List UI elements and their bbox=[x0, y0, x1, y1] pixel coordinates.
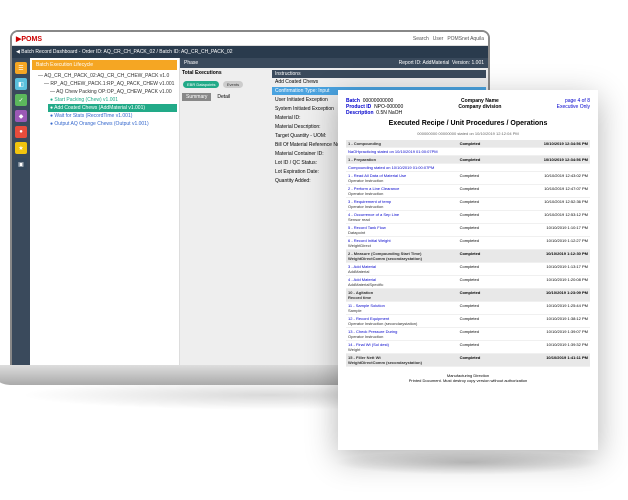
tree-item[interactable]: ● Start Packing (Chew) v1.001 bbox=[48, 96, 177, 104]
operation-row: 13 - Check Pressure DuringOperator Instr… bbox=[346, 328, 590, 341]
operation-row: 4 - Add MaterialAddMaterialSpecificCompl… bbox=[346, 276, 590, 289]
operation-row: 15 - Filler Nett WtWeightDirectComm (sec… bbox=[346, 354, 590, 367]
operation-row: 12 - Record EquipmentOperator Instructio… bbox=[346, 315, 590, 328]
operation-row: 10 - AgitationRecord timeCompleted10/10/… bbox=[346, 289, 590, 302]
events-pill[interactable]: Events bbox=[223, 81, 243, 88]
operation-row: 2 - Perform a Line ClearanceOperator Ins… bbox=[346, 185, 590, 198]
operation-row: 2 - Measure (Compounding Start Time)Weig… bbox=[346, 250, 590, 263]
title-bar: ◀ Batch Record Dashboard - Order ID: AQ_… bbox=[12, 46, 488, 58]
user-label[interactable]: User bbox=[433, 36, 444, 42]
tree-item[interactable]: — AQ_CR_CH_PACK_02:AQ_CR_CH_CHEW_PACK v1… bbox=[36, 72, 177, 80]
instructions-header: Instructions bbox=[272, 70, 486, 78]
rail-icon[interactable]: ● bbox=[15, 126, 27, 138]
rail-icon[interactable]: ☰ bbox=[15, 62, 27, 74]
operation-row: 1 - PreparationCompleted10/10/2019 12:34… bbox=[346, 156, 590, 164]
detail-tab[interactable]: Detail bbox=[213, 93, 234, 101]
tree-item[interactable]: ● Add Coated Chews (AddMaterial v1.001) bbox=[48, 104, 177, 112]
tree-item[interactable]: ● Wait for Stats (RecordTime v1.001) bbox=[48, 112, 177, 120]
summary-tab[interactable]: Summary bbox=[182, 93, 211, 101]
ebr-pill[interactable]: EBR Datapoints bbox=[183, 81, 219, 88]
tree-item[interactable]: — RP_AQ_CHEW_PACK.1:RP_AQ_PACK_CHEW v1.0… bbox=[42, 80, 177, 88]
phase-header: Phase Report ID: AddMaterial Version: 1.… bbox=[180, 58, 488, 68]
product-label: POMSnet Aquila bbox=[447, 36, 484, 42]
logo: ▶POMS bbox=[16, 35, 42, 43]
doc-title: Executed Recipe / Unit Procedures / Oper… bbox=[346, 120, 590, 127]
rail-icon[interactable]: ★ bbox=[15, 142, 27, 154]
operation-row: 14 - Final Wt (Sol dest)WeightCompleted1… bbox=[346, 341, 590, 354]
tree-item[interactable]: ● Output AQ Orange Chews (Output v1.001) bbox=[48, 120, 177, 128]
tree-item[interactable]: — AQ Chew Packing OP:OP_AQ_CHEW_PACK v1.… bbox=[48, 88, 177, 96]
operation-row: 5 - Record Tank FlowDatapointCompleted10… bbox=[346, 224, 590, 237]
top-bar: ▶POMS Search User POMSnet Aquila bbox=[12, 32, 488, 46]
rail-icon[interactable]: ◆ bbox=[15, 110, 27, 122]
rail-icon[interactable]: ▣ bbox=[15, 158, 27, 170]
lifecycle-button[interactable]: Batch Execution Lifecycle bbox=[32, 60, 177, 70]
search-label[interactable]: Search bbox=[413, 36, 429, 42]
rail-icon[interactable]: ◧ bbox=[15, 78, 27, 90]
operation-row: 11 - Sample SolutionSampleCompleted10/10… bbox=[346, 302, 590, 315]
operation-row: 3 - Add MaterialAddMaterialCompleted10/1… bbox=[346, 263, 590, 276]
total-executions-label: Total Executions bbox=[182, 70, 268, 76]
tree-panel: Batch Execution Lifecycle — AQ_CR_CH_PAC… bbox=[30, 58, 180, 368]
operation-row: NaOHpracticing stated on 10/10/2019 01:0… bbox=[346, 148, 590, 156]
icon-rail: ☰ ◧ ✓ ◆ ● ★ ▣ bbox=[12, 58, 30, 368]
operation-row: 1 - Read All Data of Material UseOperato… bbox=[346, 172, 590, 185]
operation-row: 4 - Occurrence of a Sep LineSensor readC… bbox=[346, 211, 590, 224]
operation-row: 1 - CompoundingCompleted10/10/2019 12:34… bbox=[346, 140, 590, 148]
operation-row: 3 - Requirement of tempOperator Instruct… bbox=[346, 198, 590, 211]
document-overlay: Batch 00000000000 Product ID NPO-000000 … bbox=[338, 90, 598, 450]
rail-icon[interactable]: ✓ bbox=[15, 94, 27, 106]
operation-row: 6 - Record Initial WeightWeightDirectCom… bbox=[346, 237, 590, 250]
operation-row: Compounding stated on 10/10/2019 01:00:0… bbox=[346, 164, 590, 172]
instruction-item[interactable]: Add Coated Chews bbox=[272, 78, 486, 87]
